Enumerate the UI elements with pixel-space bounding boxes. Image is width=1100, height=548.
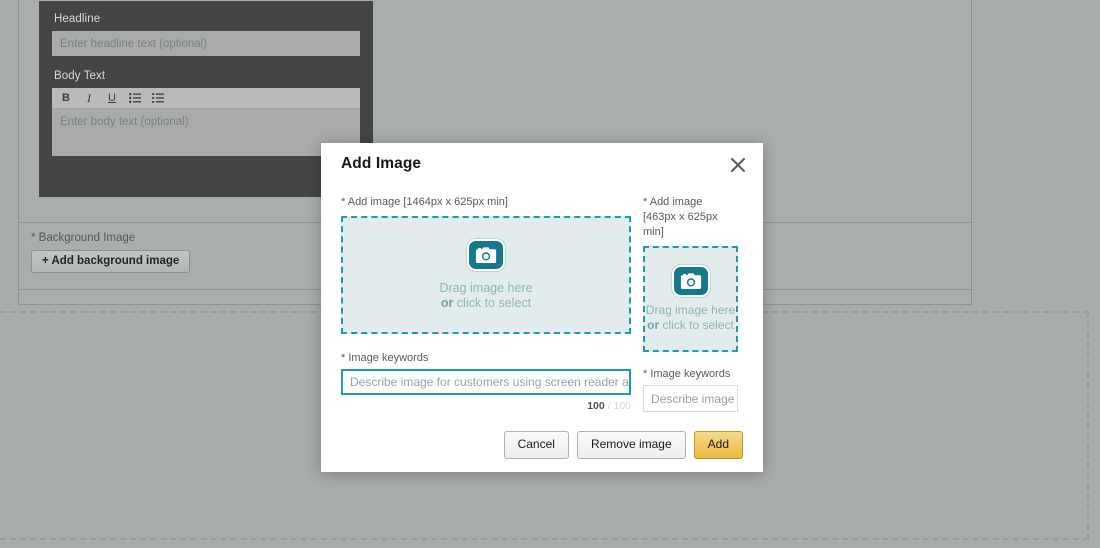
main-dropzone-line1: Drag image here <box>439 281 532 296</box>
close-icon[interactable] <box>727 154 749 176</box>
main-dropzone-or: or <box>441 296 454 310</box>
main-dropzone-line2: or click to select <box>439 296 532 311</box>
body-text-label: Body Text <box>54 70 360 82</box>
headline-placeholder: Enter headline text (optional) <box>60 38 207 50</box>
add-button[interactable]: Add <box>694 431 743 459</box>
main-dropzone-click: click to select <box>453 296 531 310</box>
bullet-list-icon[interactable] <box>129 93 141 103</box>
headline-input[interactable]: Enter headline text (optional) <box>52 31 360 56</box>
italic-icon[interactable]: I <box>83 92 95 104</box>
side-dropzone-text: Drag image here or click to select <box>646 303 735 333</box>
image-upload-columns: * Add image [1464px x 625px min] Drag im… <box>341 195 743 412</box>
add-background-image-button[interactable]: + Add background image <box>31 250 190 273</box>
side-add-image-label: * Add image [463px x 625px min] <box>643 195 738 240</box>
camera-icon <box>672 265 710 297</box>
counter-used: 100 <box>587 400 605 412</box>
headline-label: Headline <box>54 13 360 25</box>
numbered-list-icon[interactable] <box>152 93 164 103</box>
modal-footer: Cancel Remove image Add <box>504 431 743 459</box>
main-add-image-label: * Add image [1464px x 625px min] <box>341 195 631 210</box>
body-text-placeholder: Enter body text (optional) <box>60 116 189 128</box>
body-text-editor: B I U Enter body text (optional) <box>52 88 360 156</box>
main-keywords-placeholder: Describe image for customers using scree… <box>350 371 631 393</box>
side-dropzone-or: or <box>647 318 659 332</box>
side-dropzone-click: click to select <box>659 318 734 332</box>
side-image-column: * Add image [463px x 625px min] Drag ima… <box>643 195 738 412</box>
side-dropzone-line1: Drag image here <box>646 303 735 318</box>
main-keywords-input[interactable]: Describe image for customers using scree… <box>341 369 631 395</box>
remove-image-button[interactable]: Remove image <box>577 431 686 459</box>
camera-icon <box>467 239 505 271</box>
main-image-column: * Add image [1464px x 625px min] Drag im… <box>341 195 631 412</box>
add-image-modal: Add Image * Add image [1464px x 625px mi… <box>321 143 763 472</box>
side-keywords-placeholder: Describe image for customers using scree… <box>651 388 738 410</box>
main-keywords-counter: 100 / 100 <box>341 400 631 412</box>
formatting-toolbar: B I U <box>52 88 360 109</box>
bold-icon[interactable]: B <box>60 93 72 104</box>
side-keywords-label: * Image keywords <box>643 368 738 380</box>
main-image-dropzone[interactable]: Drag image here or click to select <box>341 216 631 334</box>
underline-icon[interactable]: U <box>106 93 118 104</box>
body-text-area[interactable]: Enter body text (optional) <box>52 109 360 156</box>
counter-total: / 100 <box>608 400 631 412</box>
main-keywords-label: * Image keywords <box>341 352 631 364</box>
cancel-button[interactable]: Cancel <box>504 431 569 459</box>
main-dropzone-text: Drag image here or click to select <box>439 281 532 311</box>
side-image-dropzone[interactable]: Drag image here or click to select <box>643 246 738 352</box>
side-dropzone-line2: or click to select <box>646 318 735 333</box>
side-keywords-input[interactable]: Describe image for customers using scree… <box>643 385 738 412</box>
modal-title: Add Image <box>341 143 743 173</box>
